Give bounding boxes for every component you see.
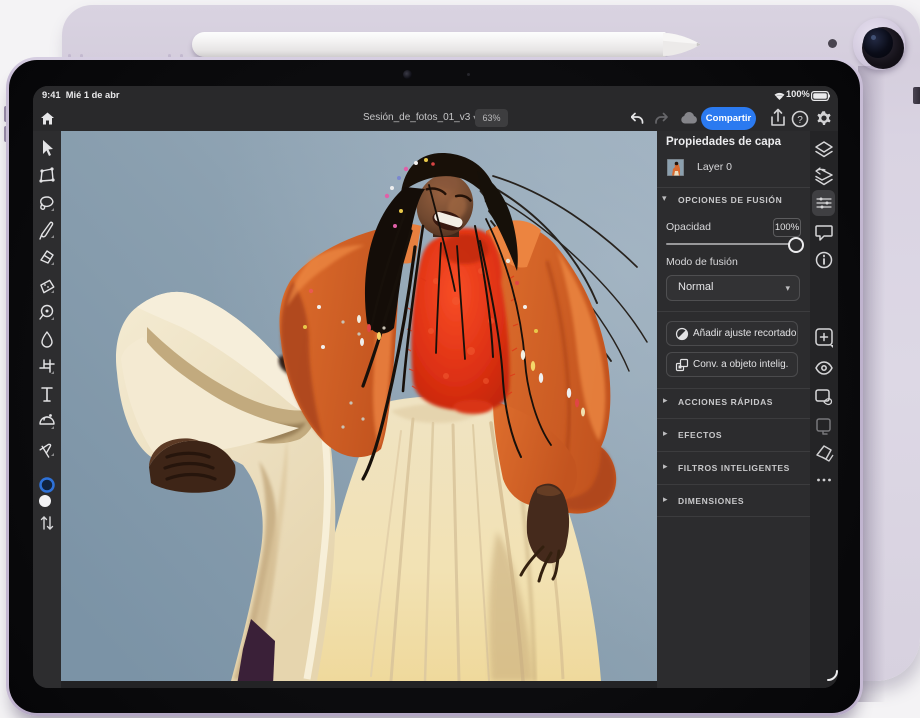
svg-text:?: ? <box>797 115 803 126</box>
